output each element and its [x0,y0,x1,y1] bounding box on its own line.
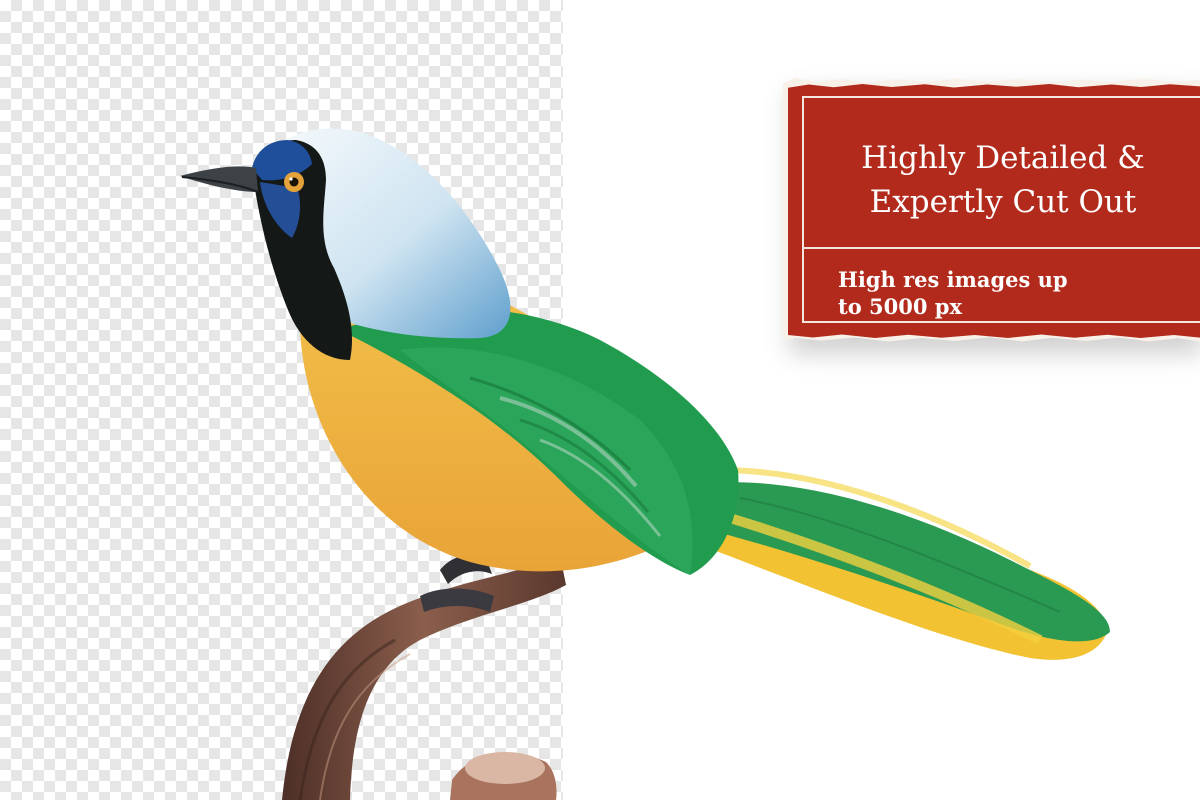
bird-head [180,128,511,360]
badge-headline-line2: Expertly Cut Out [869,184,1137,220]
branch [282,555,566,800]
badge-divider [802,247,1200,249]
feature-badge: Highly Detailed & Expertly Cut Out High … [783,78,1200,354]
badge-headline-line1: Highly Detailed & [861,140,1145,176]
badge-headline: Highly Detailed & Expertly Cut Out [802,136,1200,224]
badge-subline-line1: High res images up [838,267,1068,292]
product-preview: Highly Detailed & Expertly Cut Out High … [0,0,1200,800]
badge-subline-line2: to 5000 px [838,294,962,319]
badge-panel: Highly Detailed & Expertly Cut Out High … [788,84,1200,338]
badge-subline: High res images up to 5000 px [838,266,1188,320]
